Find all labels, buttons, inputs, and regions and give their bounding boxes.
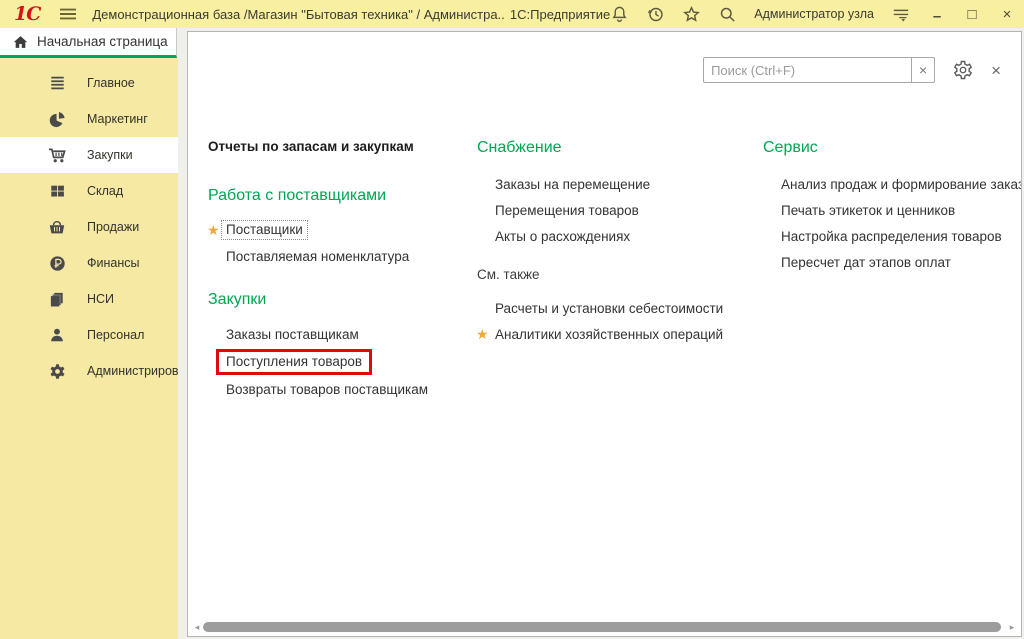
tab-home-label: Начальная страница [37,34,168,49]
service-menu-icon[interactable] [891,5,911,23]
search-row: × × [703,57,1001,83]
sidebar-item-label: Персонал [87,328,144,342]
sidebar-item-nsi[interactable]: НСИ [0,281,178,317]
scroll-right-arrow-icon[interactable]: ▸ [1007,622,1017,633]
sidebar-item-administrirovanie[interactable]: Администрирование [0,353,178,389]
column-supply: Снабжение Заказы на перемещение Перемеще… [477,139,755,347]
scrollbar-thumb[interactable] [203,622,1001,632]
sidebar-item-marketing[interactable]: Маркетинг [0,101,178,137]
highlight-box[interactable]: Поступления товаров [216,349,372,375]
link-label[interactable]: Расчеты и установки себестоимости [495,301,723,316]
link-label[interactable]: Заказы на перемещение [495,177,650,192]
list-item-nastroyka-raspredeleniya[interactable]: Настройка распределения товаров [763,223,1022,249]
list-item-raschety-sebestoimosti[interactable]: Расчеты и установки себестоимости [477,295,755,321]
stacked-docs-icon [47,289,67,309]
link-label[interactable]: Пересчет дат этапов оплат [781,255,951,270]
list-item-zakazy-na-peremeshchenie[interactable]: Заказы на перемещение [477,171,755,197]
section-header-suppliers: Работа с поставщиками [208,187,470,209]
link-label[interactable]: Поставляемая номенклатура [226,249,409,264]
link-label[interactable]: Аналитики хозяйственных операций [495,327,723,342]
sidebar-item-prodazhi[interactable]: Продажи [0,209,178,245]
functions-panel: × × Отчеты по запасам и закупкам Работа … [187,31,1022,637]
reports-link[interactable]: Отчеты по запасам и закупкам [208,139,470,157]
sidebar-item-label: Склад [87,184,123,198]
list-item-postavshchiki[interactable]: ★ Поставщики [208,217,470,243]
home-icon [13,35,28,49]
list-item-akty-o-raskhozhdeniyakh[interactable]: Акты о расхождениях [477,223,755,249]
current-user-label[interactable]: Администратор узла [754,7,874,21]
favorite-star-icon[interactable]: ★ [476,327,489,341]
titlebar: 1С Демонстрационная база /Магазин "Бытов… [0,0,1024,28]
close-panel-icon[interactable]: × [991,62,1001,79]
notifications-bell-icon[interactable] [610,5,629,24]
tab-home-page[interactable]: Начальная страница [0,28,177,58]
sidebar-item-label: НСИ [87,292,114,306]
list-item-postupleniya-tovarov[interactable]: Поступления товаров [208,347,470,376]
1c-logo-icon: 1С [14,3,40,25]
ruble-icon [47,253,67,273]
basket-icon [47,217,67,237]
favorites-star-icon[interactable] [682,5,701,24]
list-item-zakazy-postavshchikam[interactable]: Заказы поставщикам [208,321,470,347]
person-icon [47,325,67,345]
clear-search-button[interactable]: × [911,57,935,83]
list-item-pechat-etiketok[interactable]: Печать этикеток и ценников [763,197,1022,223]
sidebar-item-zakupki[interactable]: Закупки [0,137,178,173]
link-label[interactable]: Печать этикеток и ценников [781,203,955,218]
list-item-peremeshcheniya-tovarov[interactable]: Перемещения товаров [477,197,755,223]
section-header-snabzhenie: Снабжение [477,139,755,161]
grid-icon [47,181,67,201]
pie-chart-icon [47,109,67,129]
section-header-zakupki: Закупки [208,291,470,313]
cart-icon [47,145,67,165]
list-item-analiz-prodazh[interactable]: Анализ продаж и формирование заказов [763,171,1022,197]
sidebar-item-personal[interactable]: Персонал [0,317,178,353]
horizontal-scrollbar[interactable]: ◂ ▸ [192,621,1017,633]
menu-lines-icon [47,73,67,93]
section-header-see-also: См. также [477,267,755,285]
sidebar-item-label: Закупки [87,148,133,162]
app-name: 1С:Предприятие [510,7,610,22]
link-label[interactable]: Возвраты товаров поставщикам [226,382,428,397]
history-icon[interactable] [646,5,665,24]
list-item-pereschet-dat[interactable]: Пересчет дат этапов оплат [763,249,1022,275]
minimize-button[interactable]: – [928,9,946,24]
list-item-postavlyaemaya-nomenklatura[interactable]: Поставляемая номенклатура [208,243,470,269]
sidebar-item-glavnoe[interactable]: Главное [0,65,178,101]
link-label[interactable]: Поставщики [221,220,308,240]
close-window-button[interactable]: × [998,7,1016,22]
list-item-vozvraty-tovarov[interactable]: Возвраты товаров поставщикам [208,376,470,402]
search-input[interactable] [703,57,911,83]
link-label[interactable]: Перемещения товаров [495,203,639,218]
sidebar-item-label: Главное [87,76,135,90]
sidebar-item-sklad[interactable]: Склад [0,173,178,209]
link-label[interactable]: Настройка распределения товаров [781,229,1002,244]
column-purchases: Отчеты по запасам и закупкам Работа с по… [208,139,470,402]
window-title: Демонстрационная база /Магазин "Бытовая … [92,7,505,22]
list-item-analitiki-operatsiy[interactable]: ★ Аналитики хозяйственных операций [477,321,755,347]
sidebar-item-label: Администрирование [87,364,178,378]
sidebar-item-finansy[interactable]: Финансы [0,245,178,281]
gear-icon [47,361,67,381]
section-header-servis: Сервис [763,139,1022,161]
link-label[interactable]: Анализ продаж и формирование заказов [781,177,1022,192]
sidebar-item-label: Продажи [87,220,139,234]
sections-sidebar: Главное Маркетинг Закупки Склад Продажи … [0,58,178,639]
maximize-button[interactable]: □ [963,7,981,22]
column-service: Сервис Анализ продаж и формирование зака… [763,139,1022,275]
search-icon[interactable] [718,5,737,24]
scrollbar-track[interactable] [202,622,1007,632]
tab-strip: Начальная страница [0,28,187,58]
sidebar-item-label: Финансы [87,256,139,270]
link-label[interactable]: Акты о расхождениях [495,229,630,244]
settings-gear-icon[interactable] [953,60,973,80]
sidebar-item-label: Маркетинг [87,112,148,126]
favorite-star-icon[interactable]: ★ [207,223,220,237]
scroll-left-arrow-icon[interactable]: ◂ [192,622,202,633]
link-label[interactable]: Заказы поставщикам [226,327,359,342]
main-menu-burger-icon[interactable] [58,6,78,22]
